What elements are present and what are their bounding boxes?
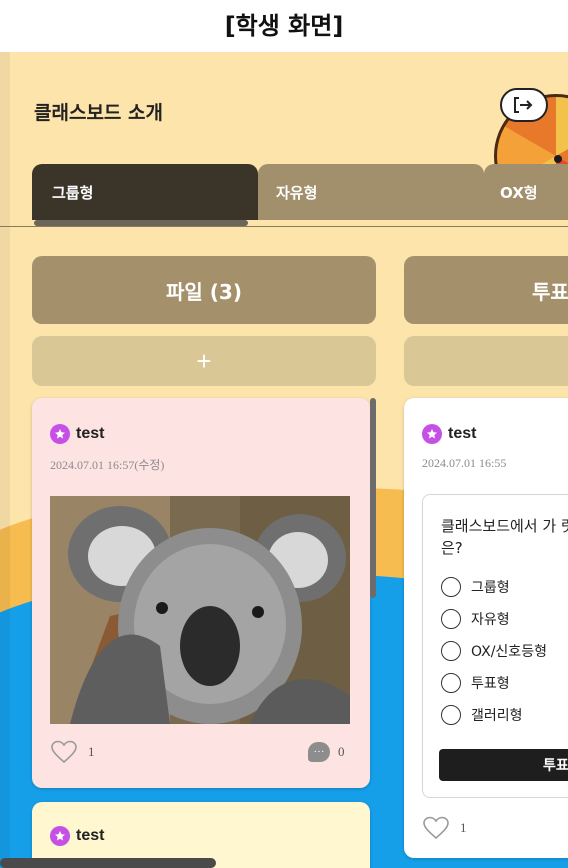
wheel-hub bbox=[554, 155, 562, 163]
comment-count: 0 bbox=[338, 744, 345, 759]
avatar-icon bbox=[422, 424, 442, 444]
column-scrollbar[interactable] bbox=[370, 398, 376, 598]
comment-icon: ··· bbox=[308, 742, 330, 762]
radio-icon bbox=[441, 641, 461, 661]
author-name: test bbox=[76, 827, 105, 844]
poll-option[interactable]: 갤러리형 bbox=[441, 705, 523, 725]
radio-icon bbox=[441, 609, 461, 629]
post-date: 2024.07.01 16:57(수정) bbox=[50, 458, 165, 472]
poll-box: 클래스보드에서 가 릿은? 그룹형 자유형 OX/신호등형 투표형 갤러리형 투… bbox=[422, 494, 568, 798]
tab-label: 자유형 bbox=[276, 183, 318, 202]
horizontal-scrollbar[interactable] bbox=[0, 858, 216, 868]
poll-option[interactable]: 투표형 bbox=[441, 673, 510, 693]
like-count: 1 bbox=[88, 744, 95, 759]
avatar-icon bbox=[50, 424, 70, 444]
column-header-vote: 투표 bbox=[404, 256, 568, 324]
poll-question: 클래스보드에서 가 릿은? bbox=[441, 517, 568, 557]
left-edge-shadow bbox=[0, 52, 10, 868]
logout-button[interactable] bbox=[500, 88, 548, 122]
poll-option[interactable]: 자유형 bbox=[441, 609, 510, 629]
tab-free[interactable]: 자유형 bbox=[258, 164, 484, 220]
author-name: test bbox=[448, 425, 477, 442]
author-name: test bbox=[76, 425, 105, 442]
post-author: test bbox=[50, 826, 104, 846]
radio-icon bbox=[441, 673, 461, 693]
heart-icon bbox=[51, 740, 77, 764]
poll-post-card[interactable]: test 2024.07.01 16:55 클래스보드에서 가 릿은? 그룹형 … bbox=[404, 398, 568, 858]
board-title: 클래스보드 소개 bbox=[34, 102, 163, 124]
post-date: 2024.07.01 16:55 bbox=[422, 456, 507, 470]
poll-option-label: 그룹형 bbox=[471, 580, 510, 596]
poll-option[interactable]: OX/신호등형 bbox=[441, 641, 547, 661]
poll-option[interactable]: 그룹형 bbox=[441, 577, 510, 597]
post-author: test bbox=[50, 424, 104, 444]
vote-button[interactable]: 투표 bbox=[439, 749, 568, 781]
add-post-button-vote[interactable] bbox=[404, 336, 568, 386]
tab-ox[interactable]: OX형 bbox=[484, 164, 568, 220]
koala-photo[interactable] bbox=[50, 496, 350, 724]
tab-divider bbox=[0, 226, 568, 227]
column-header-files: 파일 (3) bbox=[32, 256, 376, 324]
tab-label: OX형 bbox=[500, 183, 538, 202]
poll-option-label: 갤러리형 bbox=[471, 708, 523, 724]
poll-option-label: 투표형 bbox=[471, 676, 510, 692]
add-post-button[interactable]: + bbox=[32, 336, 376, 386]
heart-icon bbox=[423, 816, 449, 840]
comment-button[interactable]: ··· 0 bbox=[308, 742, 345, 762]
radio-icon bbox=[441, 705, 461, 725]
post-author: test bbox=[422, 424, 476, 444]
poll-option-label: OX/신호등형 bbox=[471, 644, 547, 660]
logout-icon bbox=[514, 97, 533, 113]
like-button[interactable]: 1 bbox=[50, 740, 95, 764]
board-screen: 클래스보드 소개 그룹형 자유형 OX형 파일 (3) 투표 + test 20… bbox=[0, 52, 568, 868]
tab-label: 그룹형 bbox=[52, 183, 94, 202]
file-post-card[interactable]: test 2024.07.01 16:57(수정) 1 ··· 0 bbox=[32, 398, 370, 788]
like-button[interactable]: 1 bbox=[422, 816, 467, 840]
tab-group[interactable]: 그룹형 bbox=[32, 164, 258, 220]
like-count: 1 bbox=[460, 820, 467, 835]
poll-option-label: 자유형 bbox=[471, 612, 510, 628]
screen-caption: [학생 화면] bbox=[224, 12, 344, 40]
radio-icon bbox=[441, 577, 461, 597]
avatar-icon bbox=[50, 826, 70, 846]
